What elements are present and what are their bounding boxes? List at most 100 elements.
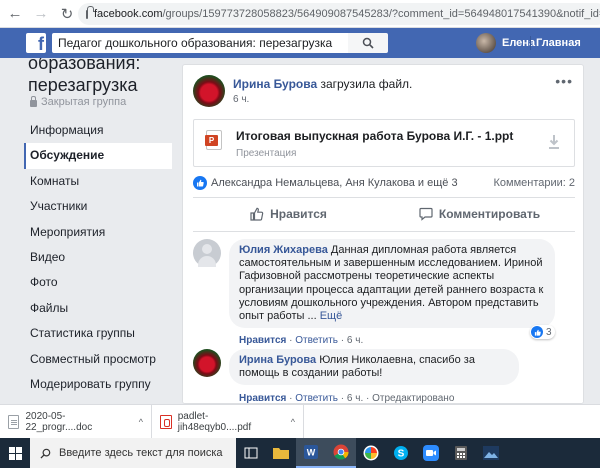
- post-header: Ирина Бурова загрузила файл.: [233, 77, 412, 91]
- svg-text:S: S: [398, 449, 405, 460]
- comment-like-button[interactable]: Нравится: [239, 335, 286, 346]
- comments-count[interactable]: Комментарии: 2: [493, 177, 575, 189]
- facebook-header: f Педагог дошкольного образования: перез…: [0, 28, 600, 58]
- taskbar-search-input[interactable]: Введите здесь текст для поиска: [30, 438, 236, 468]
- address-bar[interactable]: facebook.com/groups/159773728058823/5649…: [78, 3, 600, 25]
- group-title[interactable]: образования: перезагрузка: [28, 58, 180, 96]
- yandex-browser-icon[interactable]: [356, 438, 386, 468]
- comment-time[interactable]: 6 ч.: [347, 335, 363, 346]
- sidebar-item-insights[interactable]: Статистика группы: [24, 321, 172, 346]
- download-filename: 2020-05-22_progr....doc: [25, 410, 93, 433]
- search-input[interactable]: Педагог дошкольного образования: перезаг…: [52, 33, 348, 53]
- see-more-link[interactable]: Ещё: [320, 310, 343, 322]
- header-divider: [530, 36, 531, 50]
- lock-icon: [30, 96, 37, 107]
- forward-icon[interactable]: →: [30, 3, 52, 25]
- powerpoint-file-icon: P: [205, 130, 222, 150]
- facebook-logo[interactable]: f: [26, 33, 46, 53]
- edited-label[interactable]: Отредактировано: [372, 393, 454, 403]
- sidebar-item-rooms[interactable]: Комнаты: [24, 169, 172, 194]
- more-options-icon[interactable]: •••: [555, 73, 573, 89]
- comment-bubble: Юлия Жихарева Данная дипломная работа яв…: [229, 239, 555, 329]
- sidebar-item-videos[interactable]: Видео: [24, 245, 172, 270]
- windows-icon: [8, 446, 22, 460]
- comment-bubble: Ирина Бурова Юлия Николаевна, спасибо за…: [229, 349, 519, 386]
- like-reaction-icon: [531, 326, 543, 338]
- zoom-icon[interactable]: [416, 438, 446, 468]
- download-item[interactable]: 2020-05-22_progr....doc ^: [0, 404, 152, 439]
- comment-like-button[interactable]: Нравится: [239, 393, 286, 403]
- divider: [193, 197, 575, 198]
- comment-meta: Нравится · Ответить · 6 ч. · Отредактиро…: [239, 393, 455, 404]
- comment-author[interactable]: Ирина Бурова: [239, 354, 316, 366]
- photos-icon[interactable]: [476, 438, 506, 468]
- reload-icon[interactable]: ↻: [56, 3, 78, 25]
- start-button[interactable]: [0, 438, 30, 468]
- browser-toolbar: ← → ↻ facebook.com/groups/15977372805882…: [0, 0, 600, 28]
- comment-author[interactable]: Юлия Жихарева: [239, 244, 328, 256]
- calculator-icon[interactable]: [446, 438, 476, 468]
- avatar[interactable]: [476, 33, 496, 53]
- search-icon: [362, 37, 374, 49]
- download-item[interactable]: padlet-jih48eqyb0....pdf ^: [152, 404, 304, 439]
- home-link[interactable]: Главная: [536, 37, 581, 49]
- divider: [193, 231, 575, 232]
- reactions-names[interactable]: Александра Немальцева, Аня Кулакова и ещ…: [211, 177, 458, 189]
- back-icon[interactable]: ←: [4, 3, 26, 25]
- attachment-name[interactable]: Итоговая выпускная работа Бурова И.Г. - …: [236, 129, 513, 143]
- comment-time[interactable]: 6 ч.: [347, 393, 363, 403]
- comment-label: Комментировать: [438, 207, 541, 221]
- sidebar-item-watch-party[interactable]: Совместный просмотр: [24, 347, 172, 372]
- sidebar-item-moderate[interactable]: Модерировать группу: [24, 372, 172, 397]
- sidebar-item-events[interactable]: Мероприятия: [24, 220, 172, 245]
- post-actions: Нравится Комментировать: [193, 199, 575, 229]
- download-filename: padlet-jih48eqyb0....pdf: [177, 410, 252, 433]
- word-icon[interactable]: W: [296, 438, 326, 468]
- privacy-label: Закрытая группа: [41, 96, 127, 108]
- taskbar-search-placeholder: Введите здесь текст для поиска: [59, 447, 223, 459]
- group-nav: Информация Обсуждение Комнаты Участники …: [24, 118, 172, 397]
- like-label: Нравится: [270, 207, 327, 221]
- comment-button[interactable]: Комментировать: [384, 199, 575, 229]
- sidebar-item-photos[interactable]: Фото: [24, 270, 172, 295]
- attachment-type: Презентация: [236, 148, 297, 159]
- file-attachment[interactable]: P Итоговая выпускная работа Бурова И.Г. …: [193, 119, 575, 167]
- post-author-name[interactable]: Ирина Бурова: [233, 77, 317, 91]
- skype-icon[interactable]: S: [386, 438, 416, 468]
- search-icon: [40, 448, 51, 459]
- like-button[interactable]: Нравится: [193, 199, 384, 229]
- downloads-bar: 2020-05-22_progr....doc ^ padlet-jih48eq…: [0, 404, 600, 439]
- svg-text:W: W: [307, 448, 316, 458]
- group-privacy: Закрытая группа: [30, 96, 126, 108]
- group-sidebar: образования: перезагрузка Закрытая групп…: [0, 58, 180, 403]
- chevron-up-icon[interactable]: ^: [291, 417, 295, 427]
- comment-like-count[interactable]: 3: [530, 325, 555, 339]
- post-action: загрузила файл.: [320, 77, 413, 91]
- sidebar-item-members[interactable]: Участники: [24, 194, 172, 219]
- comments-list: Юлия Жихарева Данная дипломная работа яв…: [183, 233, 583, 404]
- download-icon[interactable]: [548, 134, 560, 150]
- task-view-icon[interactable]: [236, 438, 266, 468]
- like-reaction-icon: [193, 176, 207, 190]
- sidebar-item-info[interactable]: Информация: [24, 118, 172, 143]
- file-explorer-icon[interactable]: [266, 438, 296, 468]
- search-button[interactable]: [348, 33, 388, 53]
- lock-icon: [86, 5, 94, 19]
- document-icon: [8, 414, 20, 429]
- comment-reply-button[interactable]: Ответить: [295, 393, 338, 403]
- comment-meta: Нравится · Ответить · 6 ч.: [239, 335, 364, 346]
- avatar[interactable]: [193, 349, 221, 377]
- chevron-up-icon[interactable]: ^: [139, 417, 143, 427]
- windows-taskbar: Введите здесь текст для поиска W S: [0, 438, 600, 468]
- comment-reply-button[interactable]: Ответить: [295, 335, 338, 346]
- url-text: facebook.com/groups/159773728058823/5649…: [94, 8, 600, 20]
- chrome-icon[interactable]: [326, 438, 356, 468]
- pdf-icon: [160, 414, 172, 429]
- sidebar-item-discussion[interactable]: Обсуждение: [24, 143, 172, 169]
- post-timestamp[interactable]: 6 ч.: [233, 94, 249, 105]
- avatar[interactable]: [193, 239, 221, 267]
- post-author-avatar[interactable]: [193, 75, 225, 107]
- sidebar-item-files[interactable]: Файлы: [24, 296, 172, 321]
- reactions-summary: Александра Немальцева, Аня Кулакова и ещ…: [193, 175, 575, 191]
- thumbs-up-icon: [250, 207, 264, 221]
